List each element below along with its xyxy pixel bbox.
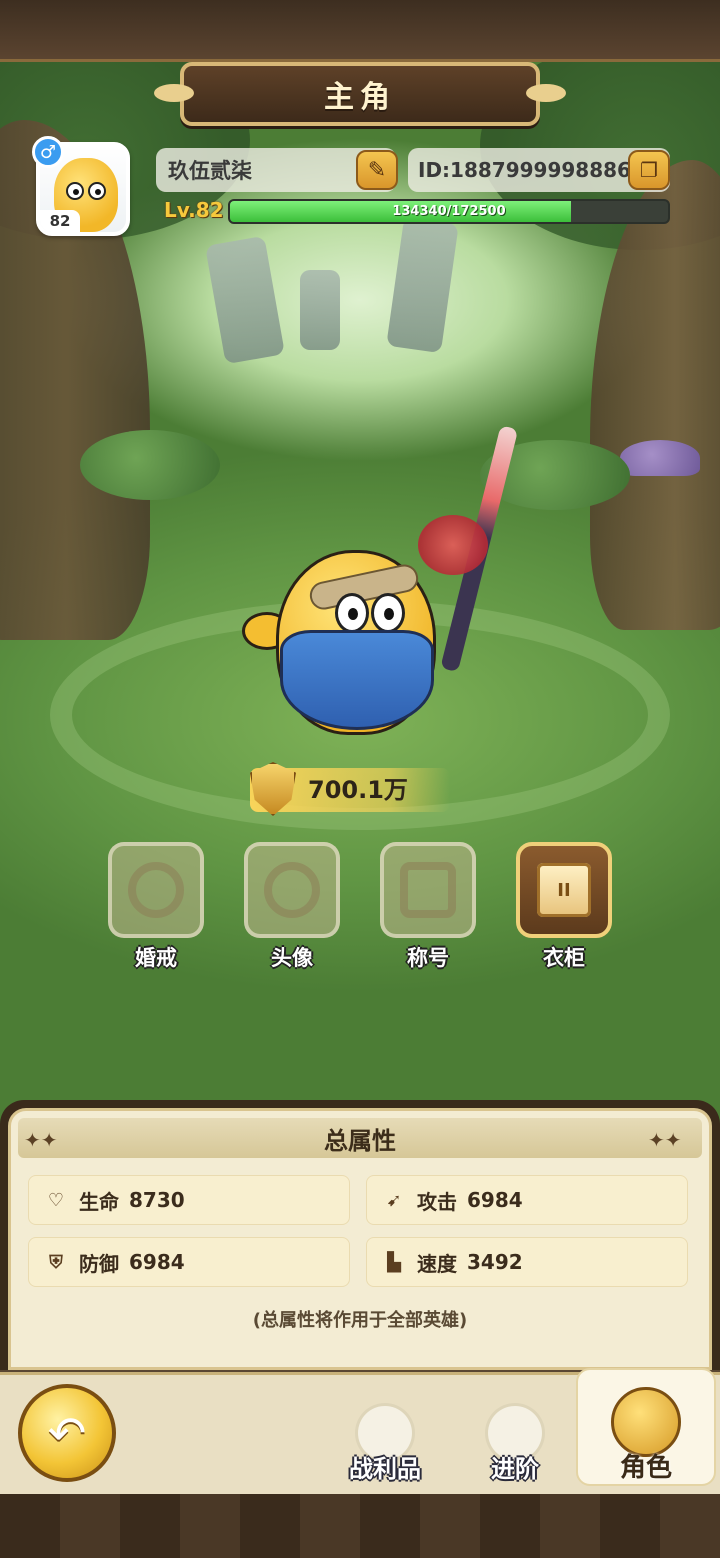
top-frame (0, 0, 720, 62)
combat-power-value: 700.1万 (308, 776, 408, 804)
title-badge-button[interactable] (380, 842, 476, 938)
heart-icon: ♡ (47, 1189, 65, 1211)
tab-loot-label: 战利品 (349, 1455, 421, 1483)
combat-power: 700.1万 (250, 762, 450, 816)
shield-icon: ⛨ (49, 1251, 63, 1273)
title-ornament-right (526, 84, 566, 102)
tab-character[interactable]: 角色 (576, 1368, 716, 1486)
title-plate: 主角 (154, 62, 566, 126)
pencil-icon: ✎ (367, 157, 387, 183)
avatar-level-badge: 82 (40, 210, 80, 232)
stat-value: 6984 (129, 1250, 185, 1274)
tab-loot[interactable]: 战利品 (330, 1384, 440, 1484)
wardrobe-button[interactable]: II (516, 842, 612, 938)
player-id: ID:1887999998886 (418, 158, 631, 182)
edit-name-button[interactable]: ✎ (356, 150, 398, 190)
portrait-label: 头像 (271, 946, 313, 970)
hero-character[interactable] (242, 540, 492, 750)
attributes-note: (总属性将作用于全部英雄) (252, 1310, 468, 1331)
tab-advance-label: 进阶 (491, 1455, 539, 1483)
attributes-title: 总属性 (18, 1118, 702, 1158)
boot-icon: ▙ (387, 1251, 401, 1273)
avatar-eye (66, 182, 84, 200)
hero-eye (335, 593, 369, 633)
wedding-ring-label: 婚戒 (135, 946, 177, 970)
bottom-trim (0, 1494, 720, 1558)
xp-progress-text: 134340/172500 (392, 204, 506, 219)
hero-overalls (280, 630, 434, 730)
page-title: 主角 (324, 80, 396, 115)
stat-name: 防御 (79, 1251, 119, 1276)
wardrobe-label: 衣柜 (543, 946, 585, 970)
copy-id-button[interactable]: ❐ (628, 150, 670, 190)
player-name: 玖伍贰柒 (168, 159, 252, 183)
stat-name: 速度 (417, 1251, 457, 1276)
avatar-eye (88, 182, 106, 200)
back-button[interactable]: ↶ (18, 1384, 116, 1482)
bush (80, 430, 220, 500)
wardrobe-icon: II (537, 863, 591, 917)
title-ornament-left (154, 84, 194, 102)
crown-banner-icon (400, 862, 456, 918)
stat-attack: ➹ 攻击 6984 (366, 1175, 688, 1225)
copy-icon: ❐ (640, 158, 658, 182)
back-arrow-icon: ↶ (47, 1406, 87, 1460)
level-label: Lv.82 (164, 198, 224, 222)
ring-icon (128, 862, 184, 918)
tab-character-label: 角色 (619, 1453, 672, 1483)
stat-value: 3492 (467, 1250, 523, 1274)
stat-defense: ⛨ 防御 6984 (28, 1237, 350, 1287)
stat-name: 攻击 (417, 1189, 457, 1214)
tab-advance[interactable]: 进阶 (460, 1384, 570, 1484)
male-gender-icon: ♂ (32, 136, 64, 168)
stat-name: 生命 (79, 1189, 119, 1214)
stat-value: 6984 (467, 1188, 523, 1212)
sword-shield-icon (250, 762, 296, 816)
standing-stone (205, 235, 285, 365)
sparkle-icon: ✦✦ (24, 1128, 58, 1152)
portrait-icon (264, 862, 320, 918)
mushroom (620, 440, 700, 476)
stat-hp: ♡ 生命 8730 (28, 1175, 350, 1225)
standing-stone (386, 216, 459, 354)
stat-speed: ▙ 速度 3492 (366, 1237, 688, 1287)
sparkle-icon: ✦✦ (648, 1128, 682, 1152)
portrait-button[interactable] (244, 842, 340, 938)
hero-eye (371, 593, 405, 633)
attack-icon: ➹ (386, 1189, 402, 1211)
standing-stone (300, 270, 340, 350)
stat-value: 8730 (129, 1188, 185, 1212)
xp-progress-bar: 134340/172500 (228, 199, 670, 224)
wedding-ring-button[interactable] (108, 842, 204, 938)
title-badge-label: 称号 (407, 946, 449, 970)
